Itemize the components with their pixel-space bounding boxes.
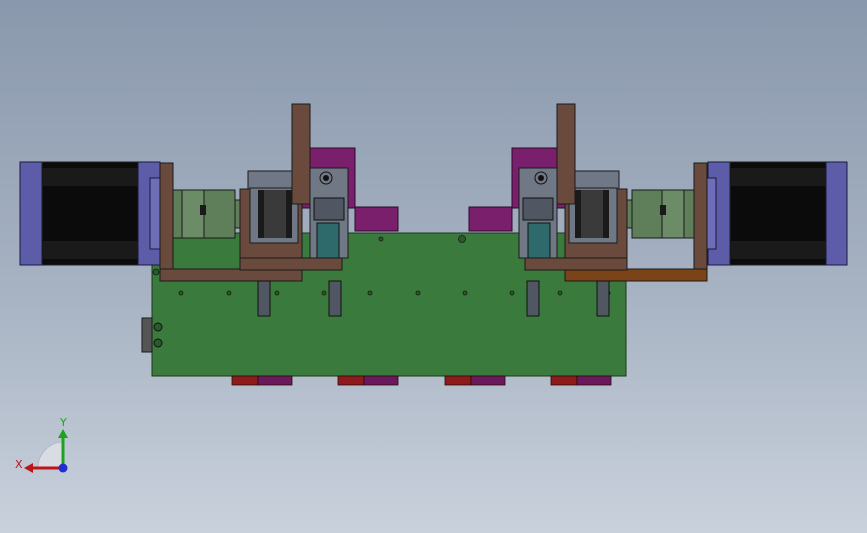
cad-drawing: Y X	[15, 103, 848, 473]
z-axis-origin-icon	[58, 463, 68, 473]
axis-triad: Y X	[15, 416, 68, 473]
y-axis-arrow-icon	[58, 429, 68, 438]
y-axis-label: Y	[59, 416, 67, 429]
x-axis-label: X	[15, 458, 23, 471]
bottom-feet	[231, 375, 612, 386]
cad-viewport[interactable]: Y X	[0, 0, 867, 533]
left-stepper-motor[interactable]	[19, 161, 163, 266]
right-stepper-motor[interactable]	[703, 161, 848, 266]
x-axis-arrow-icon	[24, 463, 33, 473]
